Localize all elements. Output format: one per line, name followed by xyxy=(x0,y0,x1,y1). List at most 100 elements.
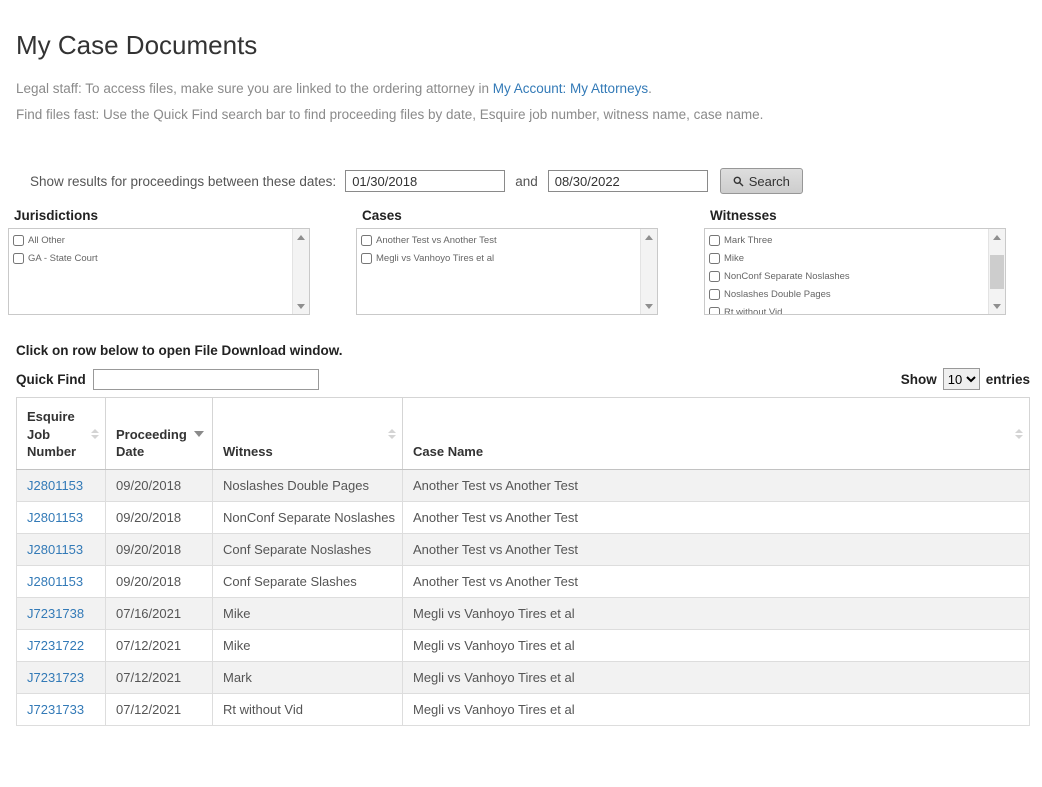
filter-checkbox[interactable] xyxy=(709,289,720,300)
sort-desc-icon xyxy=(194,431,204,437)
job-number-link[interactable]: J7231733 xyxy=(27,702,84,717)
case-name-cell: Megli vs Vanhoyo Tires et al xyxy=(403,694,1030,726)
search-button[interactable]: Search xyxy=(720,168,803,194)
filter-checkbox[interactable] xyxy=(709,253,720,264)
cases-listbox[interactable]: Another Test vs Another Test Megli vs Van… xyxy=(356,228,658,315)
jurisdictions-listbox[interactable]: All Other GA - State Court xyxy=(8,228,310,315)
intro-legal-period: . xyxy=(648,81,652,96)
date-range-label: Show results for proceedings between the… xyxy=(30,174,336,189)
job-number-cell: J7231733 xyxy=(17,694,106,726)
filter-checkbox[interactable] xyxy=(13,253,24,264)
job-number-link[interactable]: J2801153 xyxy=(27,574,83,589)
filter-option-label: Rt without Vid xyxy=(724,307,782,315)
table-row[interactable]: J2801153 09/20/2018 Noslashes Double Pag… xyxy=(17,470,1030,502)
filter-option-label: All Other xyxy=(28,235,65,246)
scroll-up-button[interactable] xyxy=(641,229,657,245)
filter-option[interactable]: Mike xyxy=(709,252,983,265)
witnesses-listbox[interactable]: Mark Three Mike NonConf Separate Noslashes… xyxy=(704,228,1006,315)
show-entries: Show 10 entries xyxy=(901,368,1030,390)
search-icon xyxy=(733,176,744,187)
entries-select[interactable]: 10 xyxy=(943,368,980,390)
scrollbar[interactable] xyxy=(292,229,309,314)
jurisdictions-filter: Jurisdictions All Other GA - State Court xyxy=(8,208,310,315)
table-header-row: Esquire Job Number Proceeding Date Witne… xyxy=(17,398,1030,470)
job-number-link[interactable]: J2801153 xyxy=(27,478,83,493)
filter-option[interactable]: All Other xyxy=(13,234,287,247)
cases-filter: Cases Another Test vs Another TestMegli … xyxy=(356,208,658,315)
scroll-up-icon xyxy=(993,235,1001,240)
quick-find-label: Quick Find xyxy=(16,372,86,387)
job-number-link[interactable]: J7231722 xyxy=(27,638,84,653)
proceeding-date-cell: 09/20/2018 xyxy=(106,502,213,534)
scrollbar-thumb[interactable] xyxy=(990,255,1004,289)
sort-icons xyxy=(91,429,99,439)
job-number-link[interactable]: J7231738 xyxy=(27,606,84,621)
scroll-down-button[interactable] xyxy=(989,298,1005,314)
column-label: Witness xyxy=(223,444,273,459)
job-number-link[interactable]: J2801153 xyxy=(27,542,83,557)
case-name-cell: Another Test vs Another Test xyxy=(403,566,1030,598)
show-label: Show xyxy=(901,372,937,387)
filter-option[interactable]: Megli vs Vanhoyo Tires et al xyxy=(361,252,635,265)
witnesses-title: Witnesses xyxy=(710,208,1006,223)
case-name-cell: Megli vs Vanhoyo Tires et al xyxy=(403,630,1030,662)
table-row[interactable]: J7231723 07/12/2021 Mark Megli vs Vanhoy… xyxy=(17,662,1030,694)
scroll-up-button[interactable] xyxy=(989,229,1005,245)
jurisdictions-title: Jurisdictions xyxy=(14,208,310,223)
quick-find-input[interactable] xyxy=(93,369,319,390)
filter-option-label: Another Test vs Another Test xyxy=(376,235,497,246)
filter-checkbox[interactable] xyxy=(13,235,24,246)
job-number-link[interactable]: J7231723 xyxy=(27,670,84,685)
table-row[interactable]: J2801153 09/20/2018 Conf Separate Noslas… xyxy=(17,534,1030,566)
filter-checkbox[interactable] xyxy=(361,235,372,246)
job-number-cell: J7231722 xyxy=(17,630,106,662)
proceeding-date-cell: 07/16/2021 xyxy=(106,598,213,630)
scroll-up-button[interactable] xyxy=(293,229,309,245)
column-header-witness[interactable]: Witness xyxy=(213,398,403,470)
table-row[interactable]: J7231722 07/12/2021 Mike Megli vs Vanhoy… xyxy=(17,630,1030,662)
column-header-case-name[interactable]: Case Name xyxy=(403,398,1030,470)
end-date-input[interactable] xyxy=(548,170,708,192)
job-number-cell: J2801153 xyxy=(17,534,106,566)
filter-option-label: GA - State Court xyxy=(28,253,98,264)
filter-option[interactable]: NonConf Separate Noslashes xyxy=(709,270,983,283)
filter-option-label: NonConf Separate Noslashes xyxy=(724,271,850,282)
filter-checkbox[interactable] xyxy=(709,271,720,282)
witness-cell: Noslashes Double Pages xyxy=(213,470,403,502)
filter-checkbox[interactable] xyxy=(709,235,720,246)
page: My Case Documents Legal staff: To access… xyxy=(0,30,1042,726)
scroll-down-button[interactable] xyxy=(293,298,309,314)
table-row[interactable]: J2801153 09/20/2018 NonConf Separate Nos… xyxy=(17,502,1030,534)
job-number-cell: J2801153 xyxy=(17,502,106,534)
column-header-proceeding-date[interactable]: Proceeding Date xyxy=(106,398,213,470)
witness-cell: Mike xyxy=(213,598,403,630)
start-date-input[interactable] xyxy=(345,170,505,192)
filter-option[interactable]: Another Test vs Another Test xyxy=(361,234,635,247)
scrollbar[interactable] xyxy=(640,229,657,314)
job-number-link[interactable]: J2801153 xyxy=(27,510,83,525)
case-name-cell: Another Test vs Another Test xyxy=(403,502,1030,534)
witness-cell: Conf Separate Slashes xyxy=(213,566,403,598)
column-label: Esquire Job Number xyxy=(27,409,76,459)
filter-option[interactable]: Rt without Vid xyxy=(709,306,983,315)
witnesses-filter: Witnesses Mark Three Mike NonConf Separate… xyxy=(704,208,1006,315)
my-attorneys-link[interactable]: My Account: My Attorneys xyxy=(493,81,648,96)
proceeding-date-cell: 07/12/2021 xyxy=(106,694,213,726)
proceeding-date-cell: 07/12/2021 xyxy=(106,630,213,662)
filter-option-label: Mike xyxy=(724,253,744,264)
search-button-label: Search xyxy=(749,174,790,189)
scrollbar[interactable] xyxy=(988,229,1005,314)
witness-cell: Rt without Vid xyxy=(213,694,403,726)
scroll-down-button[interactable] xyxy=(641,298,657,314)
filter-option[interactable]: Noslashes Double Pages xyxy=(709,288,983,301)
filter-option[interactable]: Mark Three xyxy=(709,234,983,247)
table-note: Click on row below to open File Download… xyxy=(16,343,1030,358)
filter-checkbox[interactable] xyxy=(709,307,720,315)
table-row[interactable]: J2801153 09/20/2018 Conf Separate Slashe… xyxy=(17,566,1030,598)
intro-legal-text: Legal staff: To access files, make sure … xyxy=(16,81,493,96)
filter-checkbox[interactable] xyxy=(361,253,372,264)
column-header-esquire-job-number[interactable]: Esquire Job Number xyxy=(17,398,106,470)
filter-option[interactable]: GA - State Court xyxy=(13,252,287,265)
table-row[interactable]: J7231733 07/12/2021 Rt without Vid Megli… xyxy=(17,694,1030,726)
table-row[interactable]: J7231738 07/16/2021 Mike Megli vs Vanhoy… xyxy=(17,598,1030,630)
